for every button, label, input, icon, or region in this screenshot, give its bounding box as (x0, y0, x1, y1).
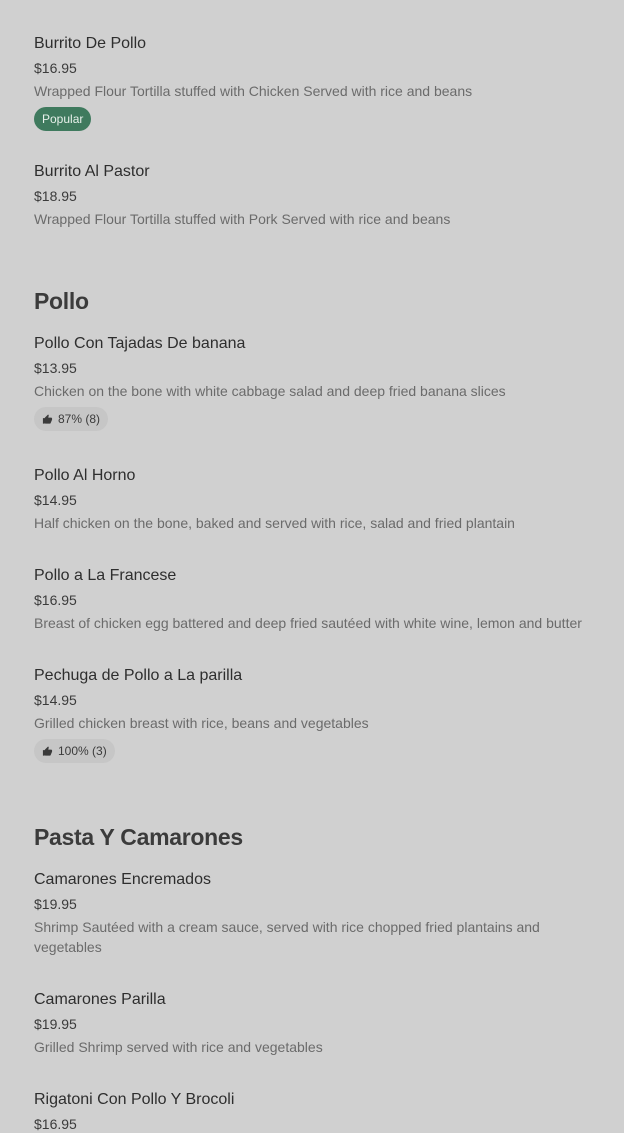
item-description: Breast of chicken egg battered and deep … (34, 615, 582, 631)
item-price: $14.95 (34, 692, 77, 708)
section-title: Pollo (34, 288, 89, 314)
menu-item[interactable]: Pollo Con Tajadas De banana $13.95 Chick… (34, 334, 604, 431)
item-description: Chicken on the bone with white cabbage s… (34, 383, 506, 399)
item-description: Grilled Shrimp served with rice and vege… (34, 1039, 323, 1055)
item-price: $19.95 (34, 1016, 77, 1032)
item-name: Pollo Al Horno (34, 467, 136, 484)
item-description: Wrapped Flour Tortilla stuffed with Pork… (34, 211, 451, 227)
menu-item[interactable]: Rigatoni Con Pollo Y Brocoli $16.95 (34, 1090, 604, 1133)
item-description: Wrapped Flour Tortilla stuffed with Chic… (34, 83, 473, 99)
menu-item[interactable]: Burrito Al Pastor $18.95 Wrapped Flour T… (34, 162, 604, 229)
item-price: $14.95 (34, 492, 77, 508)
item-name: Burrito De Pollo (34, 35, 147, 52)
popular-badge: Popular (34, 107, 92, 131)
item-description: Shrimp Sautéed with a cream sauce, serve… (34, 919, 540, 955)
rating-badge: 87% (8) (34, 407, 109, 431)
item-price: $16.95 (34, 1116, 77, 1132)
menu-item[interactable]: Pollo Al Horno $14.95 Half chicken on th… (34, 466, 604, 533)
item-description: Half chicken on the bone, baked and serv… (34, 515, 515, 531)
item-name: Camarones Encremados (34, 871, 211, 888)
item-name: Pechuga de Pollo a La parilla (34, 667, 243, 684)
item-price: $16.95 (34, 592, 77, 608)
item-name: Burrito Al Pastor (34, 163, 150, 180)
thumbs-up-icon (42, 745, 53, 756)
menu-item[interactable]: Pollo a La Francese $16.95 Breast of chi… (34, 566, 604, 633)
item-price: $13.95 (34, 360, 77, 376)
item-name: Rigatoni Con Pollo Y Brocoli (34, 1091, 235, 1108)
menu-item[interactable]: Burrito De Pollo $16.95 Wrapped Flour To… (34, 34, 604, 131)
menu-item[interactable]: Camarones Parilla $19.95 Grilled Shrimp … (34, 990, 604, 1057)
item-name: Pollo Con Tajadas De banana (34, 335, 246, 352)
menu-item[interactable]: Pechuga de Pollo a La parilla $14.95 Gri… (34, 666, 604, 763)
thumbs-up-icon (42, 413, 53, 424)
item-price: $16.95 (34, 60, 77, 76)
rating-text: 87% (8) (58, 412, 101, 426)
item-description: Grilled chicken breast with rice, beans … (34, 715, 369, 731)
item-name: Pollo a La Francese (34, 567, 177, 584)
item-name: Camarones Parilla (34, 991, 166, 1008)
item-price: $18.95 (34, 188, 77, 204)
item-price: $19.95 (34, 896, 77, 912)
rating-badge: 100% (3) (34, 739, 115, 763)
section-title: Pasta Y Camarones (34, 824, 243, 850)
rating-text: 100% (3) (58, 744, 107, 758)
menu-item[interactable]: Camarones Encremados $19.95 Shrimp Sauté… (34, 870, 604, 957)
